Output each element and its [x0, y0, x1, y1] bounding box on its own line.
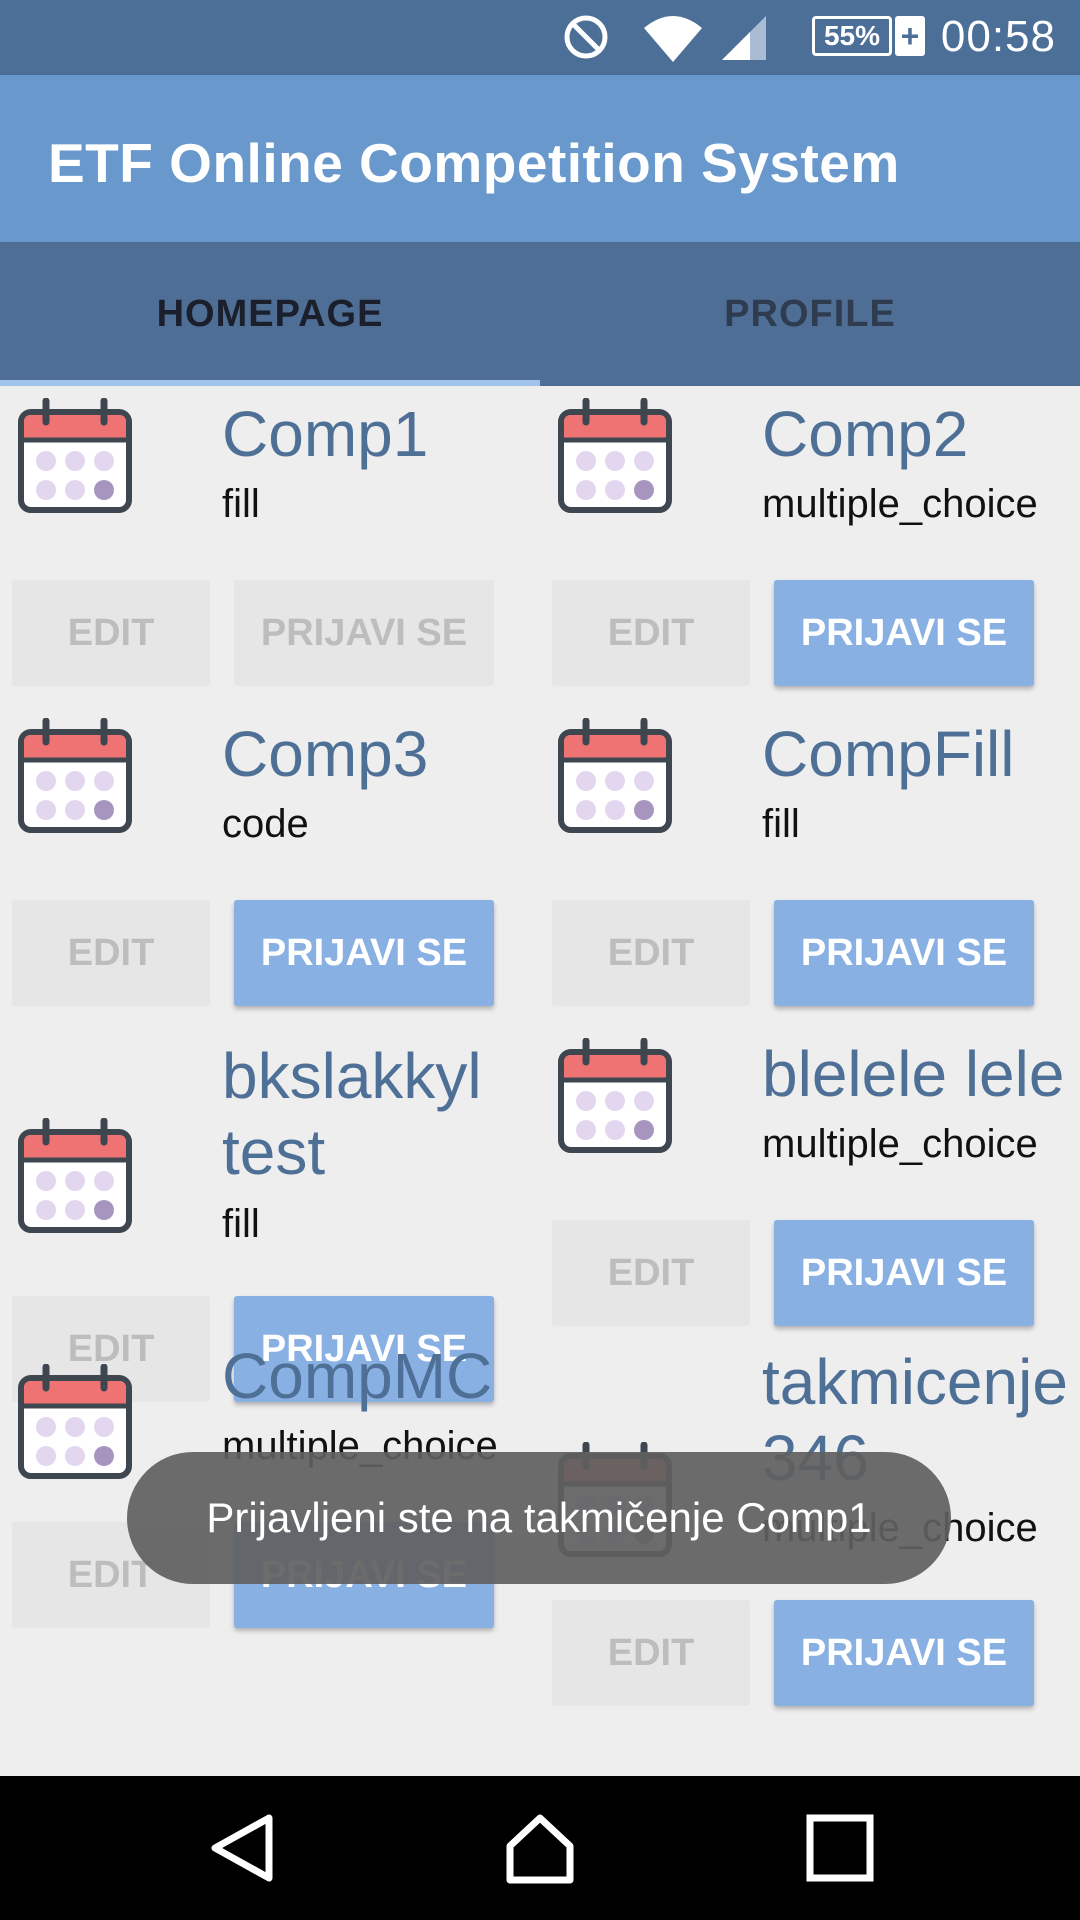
competition-type: multiple_choice [762, 1122, 1038, 1166]
edit-button[interactable]: EDIT [552, 1600, 750, 1706]
navigation-bar [0, 1776, 1080, 1920]
do-not-disturb-icon [564, 15, 608, 59]
back-icon[interactable] [203, 1810, 279, 1886]
apply-button[interactable]: PRIJAVI SE [774, 1600, 1034, 1706]
competition-type: multiple_choice [762, 482, 1038, 526]
competition-name: Comp2 [762, 398, 969, 470]
calendar-icon [556, 398, 674, 516]
battery-charging-icon: 55% [812, 16, 892, 56]
recents-icon[interactable] [802, 1810, 878, 1886]
edit-button[interactable]: EDIT [12, 900, 210, 1006]
calendar-icon [16, 718, 134, 836]
competition-card: CompFill fill EDIT PRIJAVI SE [540, 706, 1080, 1026]
calendar-icon [556, 718, 674, 836]
apply-button[interactable]: PRIJAVI SE [774, 1220, 1034, 1326]
edit-button[interactable]: EDIT [552, 900, 750, 1006]
competition-card: Comp2 multiple_choice EDIT PRIJAVI SE [540, 386, 1080, 706]
competition-type: fill [222, 482, 260, 526]
edit-button[interactable]: EDIT [12, 580, 210, 686]
calendar-icon [16, 398, 134, 516]
clock: 00:58 [940, 12, 1056, 61]
apply-button[interactable]: PRIJAVI SE [774, 900, 1034, 1006]
tab-profile[interactable]: PROFILE [540, 242, 1080, 386]
calendar-icon [16, 1118, 134, 1236]
status-bar: 55% + 00:58 [0, 0, 1080, 75]
competition-name: Comp1 [222, 398, 429, 470]
competition-name: CompFill [762, 718, 1015, 790]
app-title: ETF Online Competition System [48, 132, 900, 194]
competition-name: Comp3 [222, 718, 429, 790]
competition-card: blelele lele multiple_choice EDIT PRIJAV… [540, 1026, 1080, 1346]
battery-level: 55% [823, 20, 881, 51]
calendar-icon [556, 1038, 674, 1156]
toast-message: Prijavljeni ste na takmičenje Comp1 [127, 1452, 951, 1584]
competition-type: code [222, 802, 309, 846]
calendar-icon [16, 1364, 134, 1482]
competition-name: bkslakkyl test [222, 1040, 482, 1188]
edit-button[interactable]: EDIT [552, 580, 750, 686]
apply-button: PRIJAVI SE [234, 580, 494, 686]
toast-text: Prijavljeni ste na takmičenje Comp1 [206, 1494, 872, 1541]
competition-type: fill [222, 1202, 260, 1246]
apply-button[interactable]: PRIJAVI SE [774, 580, 1034, 686]
edit-button[interactable]: EDIT [552, 1220, 750, 1326]
app-bar: ETF Online Competition System [0, 75, 1080, 242]
competition-name: blelele lele [762, 1038, 1065, 1110]
home-icon[interactable] [502, 1810, 578, 1886]
signal-icon [722, 16, 766, 60]
apply-button[interactable]: PRIJAVI SE [234, 900, 494, 1006]
competition-type: fill [762, 802, 800, 846]
tab-homepage[interactable]: HOMEPAGE [0, 242, 540, 386]
competition-card: Comp3 code EDIT PRIJAVI SE [0, 706, 540, 1026]
competition-name: CompMC [222, 1340, 493, 1412]
battery-plus-icon: + [895, 16, 925, 56]
tab-bar: HOMEPAGE PROFILE [0, 242, 1080, 386]
wifi-icon [644, 16, 702, 62]
competition-card: Comp1 fill EDIT PRIJAVI SE [0, 386, 540, 706]
